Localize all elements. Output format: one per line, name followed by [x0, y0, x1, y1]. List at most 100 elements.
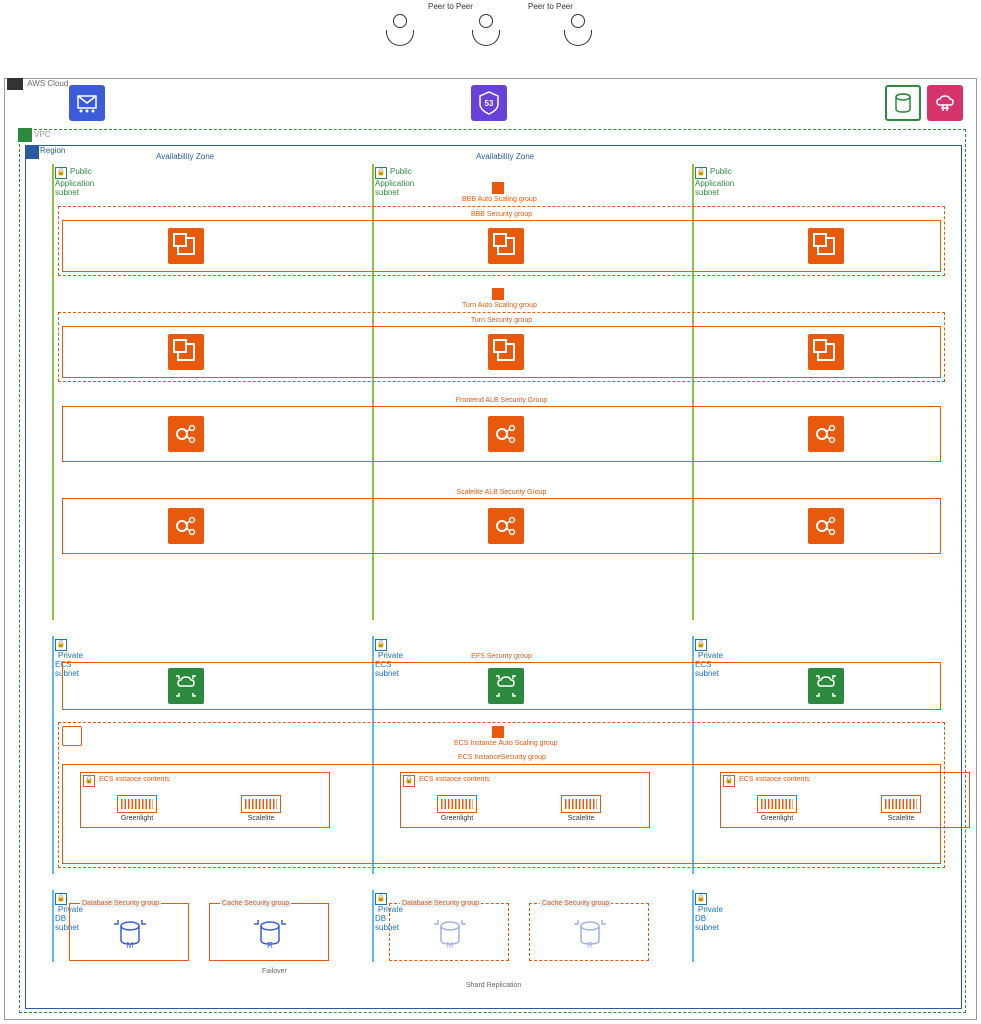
alb-icon	[168, 508, 204, 544]
peer-label-2: Peer to Peer	[528, 2, 573, 11]
shard-replication-label: Shard Replication	[466, 982, 521, 989]
elasticache-icon-standby: R	[572, 918, 608, 950]
route53-icon: 53	[471, 85, 507, 121]
alb-icon	[808, 416, 844, 452]
lock-icon: 🔒	[375, 167, 387, 179]
user-icon	[384, 14, 416, 50]
container-icon	[757, 795, 797, 813]
region-border: Region Availability Zone Availability Zo…	[25, 145, 962, 1009]
user-icon	[470, 14, 502, 50]
frontend-alb-sg-label: Frontend ALB Security Group	[456, 397, 547, 404]
efs-icon	[168, 668, 204, 704]
turn-asg-label: Turn Auto Scaling group	[462, 302, 537, 309]
ec2-icon	[808, 334, 844, 370]
aws-cloud-text: AWS Cloud	[27, 79, 68, 88]
container-icon	[241, 795, 281, 813]
db-sg-1: Database Security group M	[69, 903, 189, 961]
rds-icon-standby: M	[432, 918, 468, 950]
failover-label: Failover	[262, 968, 287, 975]
ecs-contents-label: ECS instance contents	[739, 776, 810, 783]
cache-sg-label: Cache Security group	[220, 900, 291, 907]
lock-icon: 🔒	[403, 775, 415, 787]
svg-text:R: R	[267, 941, 273, 950]
lock-icon: 🔒	[375, 893, 387, 905]
alb-icon	[168, 416, 204, 452]
db-sg-label: Database Security group	[400, 900, 481, 907]
region-label: Region	[40, 146, 65, 155]
bbb-sg-label: BBB Security group	[471, 211, 532, 218]
greenlight-label: Greenlight	[432, 815, 482, 822]
az-label-2: Availability Zone	[476, 152, 534, 161]
user-icon	[562, 14, 594, 50]
lock-icon: 🔒	[695, 893, 707, 905]
scalelite-label: Scalelite	[236, 815, 286, 822]
container-icon	[561, 795, 601, 813]
ses-icon	[69, 85, 105, 121]
subnet-label: Private DB subnet	[695, 905, 723, 932]
efs-icon	[808, 668, 844, 704]
ecs-contents-label: ECS instance contents	[99, 776, 170, 783]
container-icon	[437, 795, 477, 813]
rds-icon: M	[112, 918, 148, 950]
lock-icon: 🔒	[55, 167, 67, 179]
ecs-instance-contents-3: 🔒 ECS instance contents Greenlight Scale…	[720, 772, 970, 828]
lock-icon: 🔒	[723, 775, 735, 787]
lock-icon: 🔒	[695, 639, 707, 651]
lock-icon: 🔒	[55, 893, 67, 905]
peer-label-1: Peer to Peer	[428, 2, 473, 11]
ecs-instance-contents-2: 🔒 ECS instance contents Greenlight Scale…	[400, 772, 650, 828]
svg-text:M: M	[127, 941, 134, 950]
alb-icon	[808, 508, 844, 544]
db-sg-label: Database Security group	[80, 900, 161, 907]
az-label-1: Availability Zone	[156, 152, 214, 161]
greenlight-label: Greenlight	[752, 815, 802, 822]
vpc-label: VPC	[34, 130, 50, 139]
bbb-asg-label: BBB Auto Scaling group	[462, 196, 537, 203]
s3-icon	[885, 85, 921, 121]
efs-sg-label: EFS Security group	[471, 653, 532, 660]
lock-icon: 🔒	[55, 639, 67, 651]
svg-text:M: M	[447, 941, 454, 950]
cache-sg-label: Cache Security group	[540, 900, 611, 907]
efs-icon	[488, 668, 524, 704]
aws-logo-icon	[7, 78, 23, 90]
ec2-icon	[808, 228, 844, 264]
scalelite-label: Scalelite	[556, 815, 606, 822]
db-sg-2: Database Security group M	[389, 903, 509, 961]
scalelite-alb-sg-label: Scalelite ALB Security Group	[457, 489, 547, 496]
cloudfront-icon	[927, 85, 963, 121]
ecs-contents-label: ECS instance contents	[419, 776, 490, 783]
container-icon	[117, 795, 157, 813]
vpc-icon	[18, 128, 32, 142]
greenlight-label: Greenlight	[112, 815, 162, 822]
scalelite-label: Scalelite	[876, 815, 926, 822]
private-db-subnet-1: 🔒Private DB subnet Database Security gro…	[52, 890, 54, 962]
svg-text:53: 53	[485, 99, 494, 108]
region-icon	[25, 145, 39, 159]
ec2-icon	[488, 334, 524, 370]
ec2-icon	[488, 228, 524, 264]
container-icon	[881, 795, 921, 813]
lock-icon: 🔒	[83, 775, 95, 787]
ec2-icon	[168, 334, 204, 370]
alb-icon	[488, 416, 524, 452]
elasticache-icon: R	[252, 918, 288, 950]
ecs-instance-contents-1: 🔒 ECS instance contents Greenlight Scale…	[80, 772, 330, 828]
lock-icon: 🔒	[695, 167, 707, 179]
private-db-subnet-2: 🔒Private DB subnet Database Security gro…	[372, 890, 374, 962]
ecs-sg-label: ECS InstanceSecurity group	[458, 754, 546, 761]
cache-sg-2: Cache Security group R	[529, 903, 649, 961]
ec2-icon	[168, 228, 204, 264]
aws-cloud-label: AWS Cloud	[7, 78, 68, 90]
asg-icon	[492, 288, 504, 300]
turn-sg-label: Turn Security group	[471, 317, 532, 324]
cache-sg-1: Cache Security group R	[209, 903, 329, 961]
private-db-subnet-3: 🔒Private DB subnet	[692, 890, 694, 962]
asg-icon	[492, 182, 504, 194]
alb-icon	[488, 508, 524, 544]
public-subnet-1: 🔒Public Application subnet	[52, 164, 54, 620]
svg-text:R: R	[587, 941, 593, 950]
aws-cloud-border: AWS Cloud 53 VPC Region Availability Zon…	[4, 78, 977, 1020]
private-ecs-subnet-1: 🔒Private ECS subnet	[52, 636, 54, 874]
lock-icon: 🔒	[375, 639, 387, 651]
